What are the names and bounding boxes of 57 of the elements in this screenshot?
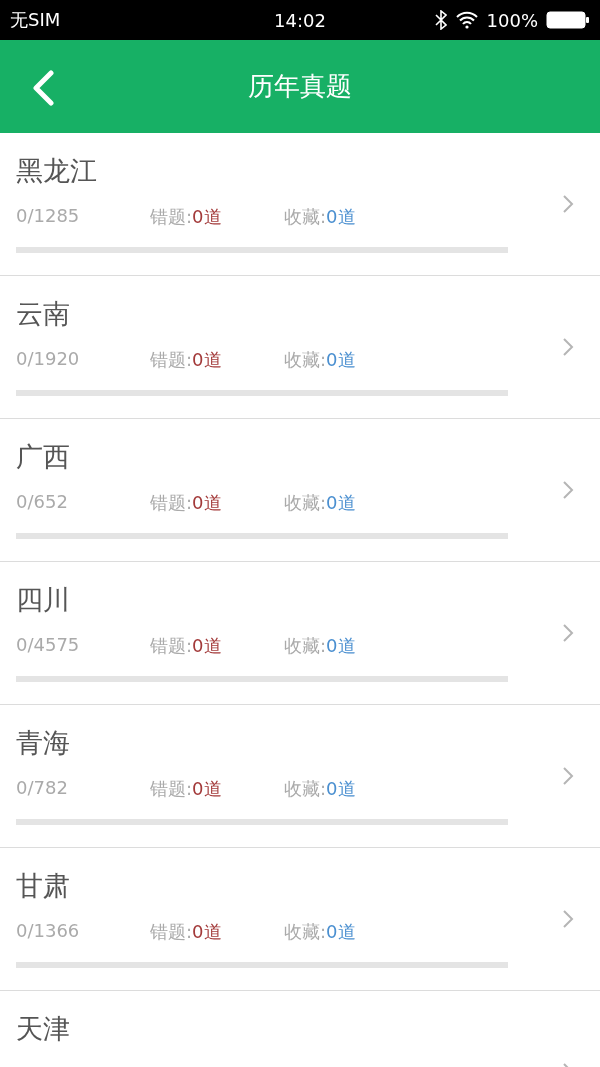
chevron-icon bbox=[562, 480, 574, 500]
favorite-count: 0道 bbox=[326, 491, 356, 515]
favorite-count: 0道 bbox=[326, 348, 356, 372]
progress-count: 0/1366 bbox=[16, 920, 81, 943]
bluetooth-icon bbox=[434, 10, 447, 30]
favorite-label: 收藏: bbox=[284, 491, 327, 515]
wrong-count: 0道 bbox=[192, 777, 222, 801]
paper-name: 甘肃 bbox=[16, 869, 70, 903]
chevron-icon bbox=[562, 909, 574, 929]
progress-count: 0/782 bbox=[16, 777, 69, 800]
page-title: 历年真题 bbox=[248, 70, 352, 103]
wrong-count: 0道 bbox=[192, 634, 222, 658]
progress-count: 0/4575 bbox=[16, 634, 81, 657]
paper-row[interactable]: 四川 0/4575 错题:0道 收藏:0道 bbox=[0, 562, 600, 705]
paper-row[interactable]: 甘肃 0/1366 错题:0道 收藏:0道 bbox=[0, 848, 600, 991]
progress-count: 0/1285 bbox=[16, 205, 81, 228]
wrong-label: 错题: bbox=[150, 920, 193, 944]
paper-row[interactable]: 云南 0/1920 错题:0道 收藏:0道 bbox=[0, 276, 600, 419]
wrong-count: 0道 bbox=[192, 205, 222, 229]
chevron-icon bbox=[562, 337, 574, 357]
favorite-count: 0道 bbox=[326, 777, 356, 801]
favorite-count: 0道 bbox=[326, 634, 356, 658]
favorite-label: 收藏: bbox=[284, 920, 327, 944]
paper-row[interactable]: 天津 bbox=[0, 991, 600, 1067]
paper-row[interactable]: 广西 0/652 错题:0道 收藏:0道 bbox=[0, 419, 600, 562]
favorite-count: 0道 bbox=[326, 920, 356, 944]
favorite-count: 0道 bbox=[326, 205, 356, 229]
paper-name: 云南 bbox=[16, 297, 70, 331]
chevron-icon bbox=[562, 194, 574, 214]
wrong-label: 错题: bbox=[150, 491, 193, 515]
paper-name: 广西 bbox=[16, 440, 70, 474]
wrong-count: 0道 bbox=[192, 491, 222, 515]
favorite-label: 收藏: bbox=[284, 777, 327, 801]
battery-text: 100% bbox=[486, 9, 538, 31]
favorite-label: 收藏: bbox=[284, 205, 327, 229]
wrong-label: 错题: bbox=[150, 634, 193, 658]
favorite-label: 收藏: bbox=[284, 348, 327, 372]
paper-name: 四川 bbox=[16, 583, 70, 617]
paper-row[interactable]: 黑龙江 0/1285 错题:0道 收藏:0道 bbox=[0, 133, 600, 276]
favorite-label: 收藏: bbox=[284, 634, 327, 658]
battery-icon bbox=[546, 10, 590, 30]
chevron-icon bbox=[562, 623, 574, 643]
paper-name: 天津 bbox=[16, 1012, 70, 1046]
wrong-label: 错题: bbox=[150, 348, 193, 372]
progress-count: 0/652 bbox=[16, 491, 69, 514]
paper-name: 青海 bbox=[16, 726, 70, 760]
wrong-count: 0道 bbox=[192, 348, 222, 372]
wifi-icon bbox=[454, 11, 479, 29]
wrong-count: 0道 bbox=[192, 920, 222, 944]
wrong-label: 错题: bbox=[150, 205, 193, 229]
chevron-icon bbox=[562, 766, 574, 786]
wrong-label: 错题: bbox=[150, 777, 193, 801]
progress-count: 0/1920 bbox=[16, 348, 81, 371]
paper-row[interactable]: 青海 0/782 错题:0道 收藏:0道 bbox=[0, 705, 600, 848]
clock-text: 14:02 bbox=[274, 9, 326, 31]
paper-name: 黑龙江 bbox=[16, 154, 97, 188]
carrier-text: 无SIM bbox=[10, 8, 61, 32]
